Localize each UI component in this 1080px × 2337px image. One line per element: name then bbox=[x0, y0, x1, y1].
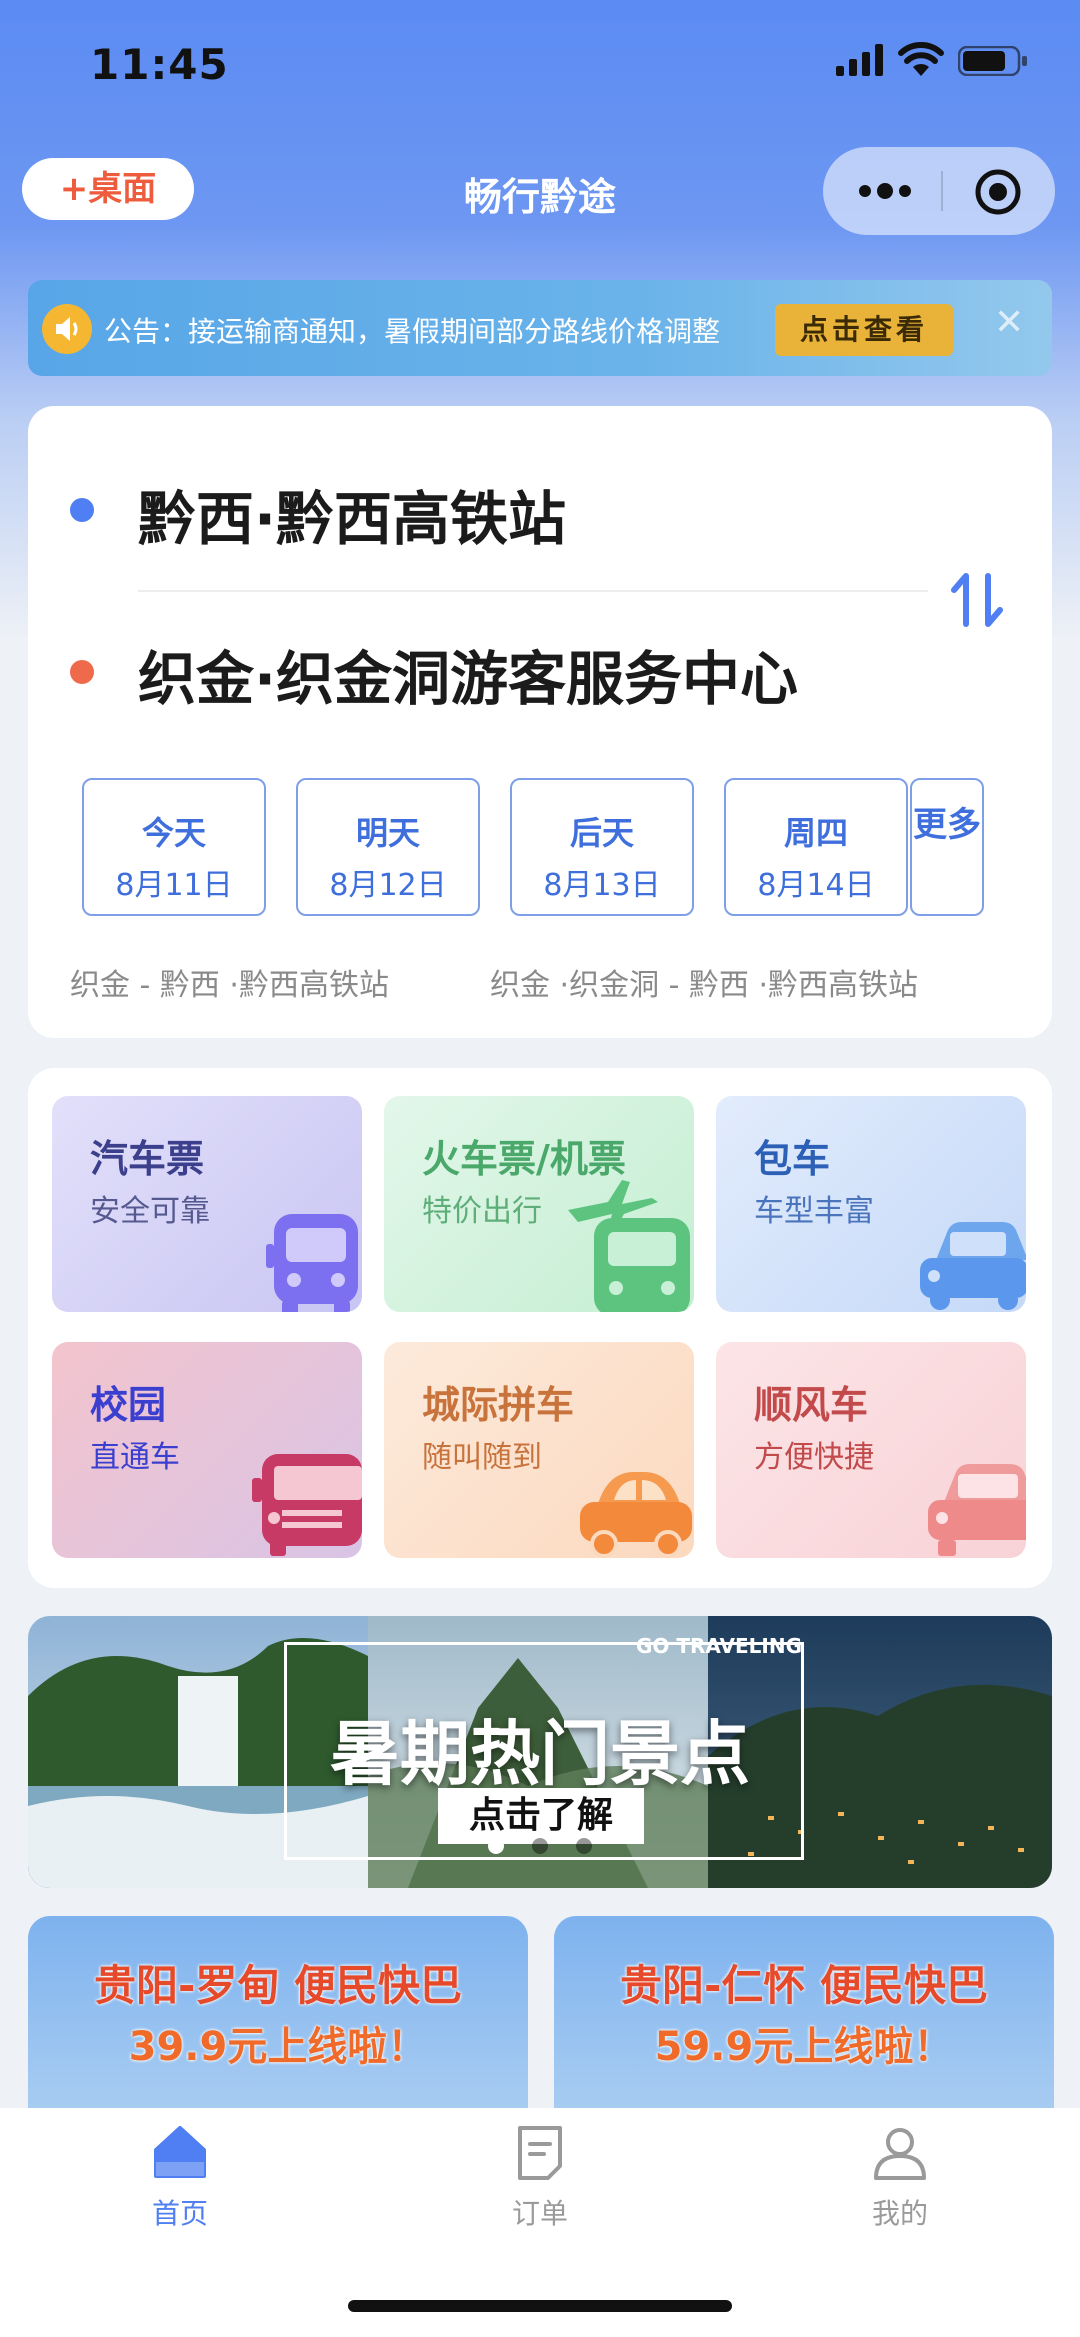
tab-label: 首页 bbox=[151, 2197, 208, 2230]
departure-station[interactable]: 黔西·黔西高铁站 bbox=[138, 472, 566, 556]
history-route[interactable]: 织金 - 黔西 ·黔西高铁站 bbox=[70, 960, 389, 1004]
banner-headline: 暑期热门景点 bbox=[330, 1713, 750, 1795]
date-chip-tomorrow[interactable]: 明天 8月12日 bbox=[296, 778, 480, 916]
promo-route: 贵阳-仁怀 便民快巴 bbox=[619, 1961, 989, 2010]
service-tile-charter[interactable]: 包车 车型丰富 bbox=[716, 1096, 1026, 1312]
carousel-indicator bbox=[28, 1838, 1052, 1858]
tab-label: 我的 bbox=[871, 2197, 928, 2230]
date-chip-date: 8月12日 bbox=[329, 868, 447, 903]
departure-dot bbox=[70, 498, 94, 522]
service-title: 顺风车 bbox=[754, 1383, 869, 1427]
more-dates-button[interactable]: 更多 bbox=[910, 778, 984, 916]
route-divider bbox=[138, 590, 928, 592]
service-tile-bus-ticket[interactable]: 汽车票 安全可靠 bbox=[52, 1096, 362, 1312]
date-chip-date: 8月11日 bbox=[115, 868, 233, 903]
close-icon[interactable]: ✕ bbox=[994, 302, 1024, 343]
tab-label: 订单 bbox=[511, 2197, 568, 2230]
date-chip-day: 后天 bbox=[569, 814, 634, 852]
promo-card-guiyang-renhuai[interactable]: 贵阳-仁怀 便民快巴 59.9元上线啦！ bbox=[554, 1916, 1054, 2116]
date-chip-date: 8月14日 bbox=[757, 868, 875, 903]
more-dots-icon[interactable] bbox=[855, 175, 915, 207]
announcement-text: 公告：接运输商通知，暑假期间部分路线价格调整 bbox=[104, 315, 721, 348]
tab-home[interactable]: 首页 bbox=[80, 2122, 280, 2232]
route-search-card: 黔西·黔西高铁站 织金·织金洞游客服务中心 今天 8月11日 明天 8月12日 … bbox=[28, 406, 1052, 1038]
carpool-car-icon bbox=[580, 1472, 692, 1558]
date-chip-thursday[interactable]: 周四 8月14日 bbox=[724, 778, 908, 916]
battery-icon bbox=[958, 46, 1027, 76]
profile-icon bbox=[874, 2128, 926, 2180]
order-icon bbox=[518, 2126, 562, 2180]
tab-orders[interactable]: 订单 bbox=[440, 2122, 640, 2232]
service-subtitle: 车型丰富 bbox=[754, 1194, 874, 1229]
promo-route: 贵阳-罗甸 便民快巴 bbox=[93, 1961, 463, 2010]
service-title: 城际拼车 bbox=[422, 1383, 575, 1427]
date-chip-day-after[interactable]: 后天 8月13日 bbox=[510, 778, 694, 916]
rideshare-car-icon bbox=[928, 1464, 1026, 1556]
tab-profile[interactable]: 我的 bbox=[800, 2122, 1000, 2232]
bus-icon bbox=[266, 1214, 358, 1312]
service-tile-campus[interactable]: 校园 直通车 bbox=[52, 1342, 362, 1558]
banner-tag: GO TRAVELING bbox=[636, 1634, 803, 1658]
arrival-station[interactable]: 织金·织金洞游客服务中心 bbox=[138, 632, 798, 716]
service-subtitle: 直通车 bbox=[90, 1440, 180, 1475]
carousel-dot[interactable] bbox=[532, 1838, 548, 1854]
train-plane-icon bbox=[568, 1180, 690, 1312]
service-title: 汽车票 bbox=[90, 1137, 205, 1181]
promo-price: 59.9元上线啦！ bbox=[654, 2024, 954, 2070]
service-title: 包车 bbox=[754, 1137, 831, 1181]
mini-program-capsule bbox=[823, 147, 1055, 235]
speaker-icon bbox=[42, 304, 92, 354]
service-grid: 汽车票 安全可靠 火车票/机票 特价出行 包车 车型丰富 校园 直通车 城际拼车… bbox=[28, 1068, 1052, 1588]
promo-card-guiyang-luodian[interactable]: 贵阳-罗甸 便民快巴 39.9元上线啦！ bbox=[28, 1916, 528, 2116]
banner-cta-button[interactable]: 点击了解 bbox=[438, 1788, 644, 1844]
car-icon bbox=[920, 1222, 1026, 1310]
service-tile-train-plane[interactable]: 火车票/机票 特价出行 bbox=[384, 1096, 694, 1312]
service-subtitle: 方便快捷 bbox=[754, 1440, 874, 1475]
status-bar: 11:45 bbox=[0, 0, 1080, 130]
close-mini-program-icon[interactable] bbox=[973, 167, 1023, 217]
announcement-bar: 公告：接运输商通知，暑假期间部分路线价格调整 点击查看 ✕ bbox=[28, 280, 1052, 376]
swap-route-icon[interactable] bbox=[948, 568, 1008, 632]
promo-price: 39.9元上线啦！ bbox=[128, 2024, 428, 2070]
school-bus-icon bbox=[252, 1454, 362, 1556]
service-subtitle: 特价出行 bbox=[422, 1194, 542, 1229]
capsule-divider bbox=[941, 171, 943, 211]
date-chip-date: 8月13日 bbox=[543, 868, 661, 903]
view-announcement-button[interactable]: 点击查看 bbox=[775, 304, 953, 356]
date-chip-day: 明天 bbox=[355, 814, 420, 852]
service-tile-intercity-carpool[interactable]: 城际拼车 随叫随到 bbox=[384, 1342, 694, 1558]
carousel-dot[interactable] bbox=[488, 1838, 504, 1854]
status-time: 11:45 bbox=[90, 40, 229, 89]
date-chip-day: 周四 bbox=[783, 814, 848, 852]
date-chip-day: 今天 bbox=[141, 814, 206, 852]
service-tile-rideshare[interactable]: 顺风车 方便快捷 bbox=[716, 1342, 1026, 1558]
history-route[interactable]: 织金 ·织金洞 - 黔西 ·黔西高铁站 bbox=[490, 960, 918, 1004]
date-chip-today[interactable]: 今天 8月11日 bbox=[82, 778, 266, 916]
summer-attractions-banner[interactable]: GO TRAVELING 暑期热门景点 点击了解 bbox=[28, 1616, 1052, 1888]
carousel-dot[interactable] bbox=[576, 1838, 592, 1854]
arrival-dot bbox=[70, 660, 94, 684]
wifi-icon bbox=[898, 42, 944, 76]
cellular-signal-icon bbox=[836, 44, 883, 76]
home-icon bbox=[154, 2126, 206, 2178]
service-title: 校园 bbox=[90, 1383, 167, 1427]
home-indicator bbox=[348, 2300, 732, 2312]
service-title: 火车票/机票 bbox=[422, 1137, 626, 1181]
service-subtitle: 安全可靠 bbox=[90, 1194, 210, 1229]
service-subtitle: 随叫随到 bbox=[422, 1440, 542, 1475]
